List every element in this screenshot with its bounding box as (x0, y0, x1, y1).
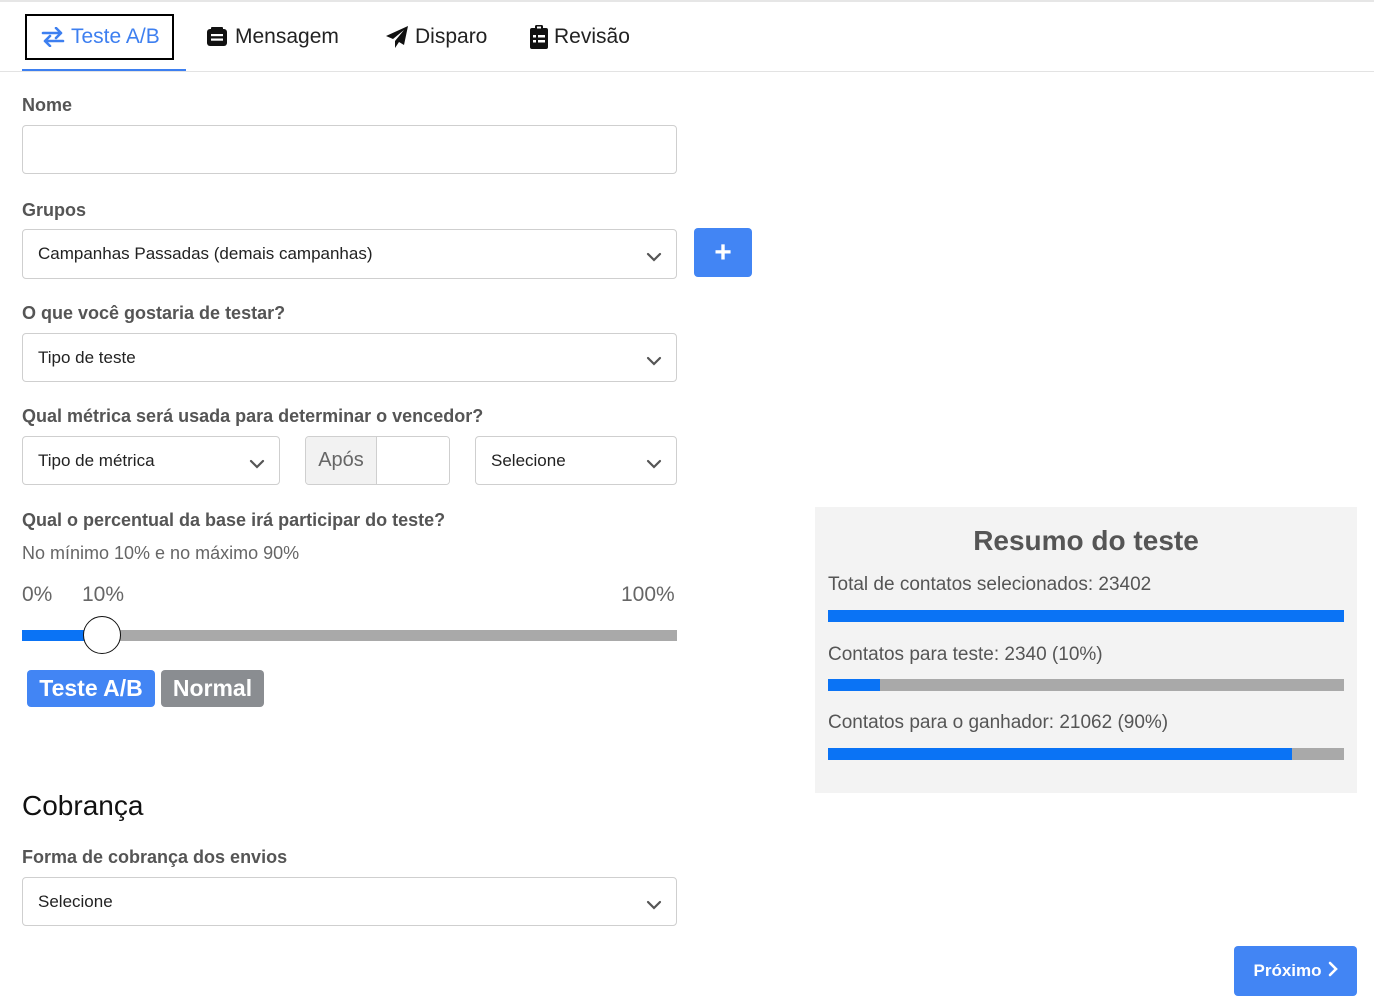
summary-total-bar (828, 610, 1344, 622)
after-input-group: Após (305, 436, 450, 485)
normal-badge: Normal (161, 670, 264, 707)
billing-method-label: Forma de cobrança dos envios (22, 847, 288, 867)
percent-label: Qual o percentual da base irá participar… (22, 510, 446, 530)
tab-mensagem[interactable]: Mensagem (205, 14, 339, 60)
summary-total-bar-fill (828, 610, 1344, 622)
tab-label: Revisão (554, 25, 630, 48)
paper-plane-icon (385, 25, 409, 49)
summary-test-text: Contatos para teste: 2340 (10%) (828, 644, 1103, 665)
metric-label: Qual métrica será usada para determinar … (22, 406, 484, 426)
step-tabs: Teste A/B Mensagem Disparo Revisão (0, 2, 1374, 72)
slider-current-label: 10% (82, 583, 125, 606)
groups-select-value: Campanhas Passadas (demais campanhas) (38, 244, 373, 263)
groups-select[interactable]: Campanhas Passadas (demais campanhas) (22, 229, 677, 279)
metric-type-select[interactable]: Tipo de métrica (22, 436, 280, 485)
percent-slider-fill (22, 630, 88, 641)
slider-min-label: 0% (22, 583, 53, 606)
after-addon-label: Após (306, 437, 377, 484)
add-group-button[interactable]: + (694, 228, 752, 277)
groups-label: Grupos (22, 200, 87, 220)
next-button-label: Próximo (1253, 961, 1322, 980)
message-box-icon (205, 25, 229, 49)
test-type-value: Tipo de teste (38, 347, 136, 367)
test-summary-panel: Resumo do teste Total de contatos seleci… (815, 507, 1357, 793)
test-type-label: O que você gostaria de testar? (22, 303, 286, 323)
test-type-select[interactable]: Tipo de teste (22, 333, 677, 382)
summary-title: Resumo do teste (973, 525, 1199, 556)
tab-disparo[interactable]: Disparo (385, 14, 487, 60)
tab-label: Teste A/B (71, 25, 160, 48)
chevron-down-icon (646, 455, 662, 475)
chevron-down-icon (646, 896, 662, 916)
chevron-right-icon (1328, 961, 1338, 982)
chevron-down-icon (646, 248, 662, 268)
tab-label: Mensagem (235, 25, 339, 48)
percent-hint: No mínimo 10% e no máximo 90% (22, 543, 300, 563)
next-button[interactable]: Próximo (1234, 946, 1357, 996)
summary-test-bar-fill (828, 679, 880, 691)
summary-winner-bar (828, 748, 1344, 760)
slider-max-label: 100% (621, 583, 675, 606)
ab-test-badge: Teste A/B (27, 670, 155, 707)
after-input[interactable] (377, 437, 449, 484)
swap-arrows-icon (41, 27, 65, 47)
summary-winner-text: Contatos para o ganhador: 21062 (90%) (828, 712, 1169, 733)
percent-slider-thumb[interactable] (83, 616, 121, 654)
period-select-value: Selecione (491, 450, 566, 470)
tab-revisao[interactable]: Revisão (530, 14, 630, 60)
summary-test-bar (828, 679, 1344, 691)
billing-method-value: Selecione (38, 891, 113, 911)
summary-total-text: Total de contatos selecionados: 23402 (828, 574, 1152, 595)
tab-label: Disparo (415, 25, 488, 48)
metric-type-value: Tipo de métrica (38, 450, 155, 470)
clipboard-check-icon (530, 25, 548, 49)
active-tab-underline (22, 69, 186, 71)
name-input[interactable] (22, 125, 677, 174)
billing-method-select[interactable]: Selecione (22, 877, 677, 926)
chevron-down-icon (646, 352, 662, 372)
chevron-down-icon (249, 455, 265, 475)
billing-section-title: Cobrança (22, 790, 144, 821)
summary-winner-bar-fill (828, 748, 1293, 760)
tab-teste-ab[interactable]: Teste A/B (25, 14, 174, 60)
name-label: Nome (22, 95, 73, 115)
period-select[interactable]: Selecione (475, 436, 677, 485)
